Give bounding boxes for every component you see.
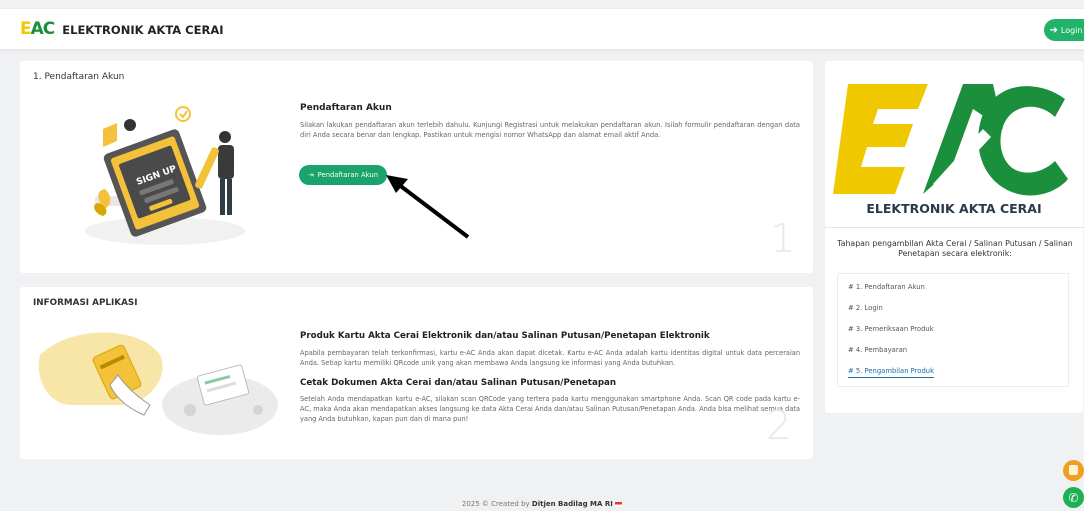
card-scan-illustration: [38, 332, 278, 435]
sidebar-divider: [825, 227, 1083, 228]
step-link-2[interactable]: # 2. Login: [848, 304, 883, 312]
signup-illustration: SIGN UP: [85, 106, 245, 245]
signin-icon: ⇥: [307, 171, 314, 179]
steps-list: # 1. Pendaftaran Akun # 2. Login # 3. Pe…: [837, 273, 1069, 387]
top-navbar: EAC ELEKTRONIK AKTA CERAI ➔ Login: [0, 9, 1084, 49]
login-label: Login: [1060, 25, 1083, 35]
chat-bubble-button[interactable]: [1063, 460, 1084, 481]
app-info-title: INFORMASI APLIKASI: [33, 298, 138, 308]
step-link-5[interactable]: # 5. Pengambilan Produk: [848, 367, 935, 378]
product-heading: Produk Kartu Akta Cerai Elektronik dan/a…: [300, 331, 710, 341]
registration-card-title: 1. Pendaftaran Akun: [33, 72, 125, 82]
steps-sidebar: ELEKTRONIK AKTA CERAI Tahapan pengambila…: [825, 61, 1083, 413]
registration-heading: Pendaftaran Akun: [300, 103, 392, 113]
registration-description: Silakan lakukan pendaftaran akun terlebi…: [300, 121, 800, 139]
logo-caption: ELEKTRONIK AKTA CERAI: [866, 201, 1042, 216]
pointer-arrow-annotation: [386, 175, 470, 239]
step-link-3[interactable]: # 3. Pemeriksaan Produk: [848, 325, 934, 333]
login-icon: ➔: [1049, 24, 1058, 36]
footer: 2025 © Created by Ditjen Badilag MA RI: [0, 500, 1084, 508]
step-link-4[interactable]: # 4. Pembayaran: [848, 346, 907, 354]
register-account-button[interactable]: ⇥ Pendaftaran Akun: [299, 165, 387, 185]
brand[interactable]: EAC ELEKTRONIK AKTA CERAI: [20, 21, 224, 38]
registration-card: 1. Pendaftaran Akun SIGN UP Pendaftaran …: [20, 61, 813, 273]
app-info-card: INFORMASI APLIKASI Produk Kartu Akta Cer…: [20, 287, 813, 459]
print-description: Setelah Anda mendapatkan kartu e-AC, sil…: [300, 395, 800, 423]
footer-prefix: 2025 © Created by: [461, 500, 532, 508]
login-button[interactable]: ➔ Login: [1044, 19, 1084, 41]
step-link-1[interactable]: # 1. Pendaftaran Akun: [848, 283, 925, 291]
register-account-label: Pendaftaran Akun: [317, 171, 379, 179]
flag-icon: [615, 501, 623, 507]
step-number-1: 1: [770, 216, 796, 262]
step-number-2: 2: [766, 403, 792, 449]
footer-author[interactable]: Ditjen Badilag MA RI: [532, 500, 613, 508]
print-heading: Cetak Dokumen Akta Cerai dan/atau Salina…: [300, 378, 617, 388]
brand-logo: EAC: [20, 19, 55, 39]
brand-title: ELEKTRONIK AKTA CERAI: [62, 22, 224, 37]
product-description: Apabila pembayaran telah terkonfirmasi, …: [300, 349, 800, 367]
steps-subtitle: Tahapan pengambilan Akta Cerai / Salinan…: [837, 239, 1073, 258]
